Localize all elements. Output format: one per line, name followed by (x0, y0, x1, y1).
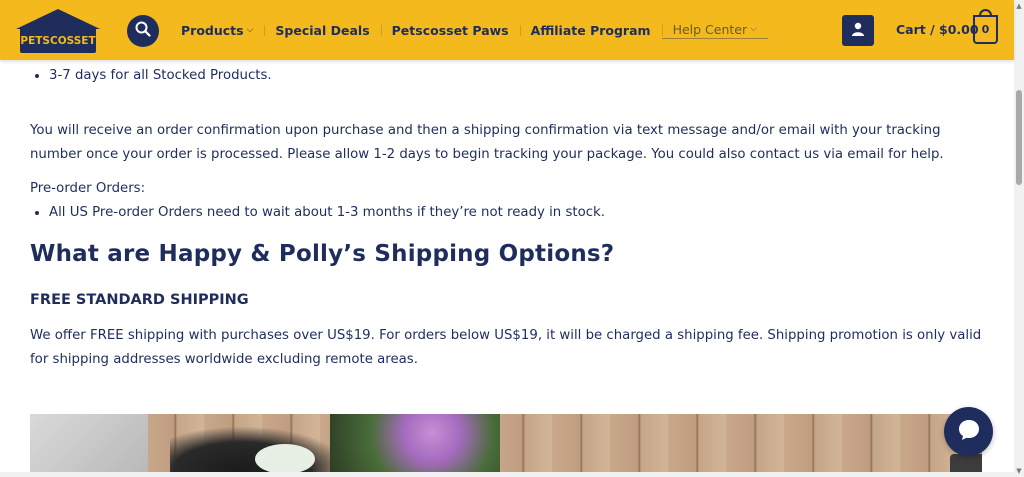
dog-photo (30, 414, 982, 477)
main-nav: Products ⌵ Special Deals Petscosset Paws … (170, 0, 768, 60)
free-shipping-paragraph: We offer FREE shipping with purchases ov… (30, 328, 982, 367)
shipping-options-title: What are Happy & Polly’s Shipping Option… (30, 241, 615, 267)
nav-products[interactable]: Products ⌵ (170, 23, 264, 38)
vertical-scrollbar[interactable]: ▲ ▼ (1014, 0, 1024, 477)
confirmation-paragraph: You will receive an order confirmation u… (30, 123, 944, 163)
stocked-list: 3-7 days for all Stocked Products. (30, 64, 990, 88)
petscosset-logo[interactable]: PETSCOSSET (12, 7, 104, 55)
site-header: PETSCOSSET Products ⌵ Special Deals Petsc… (0, 0, 1014, 60)
scroll-thumb[interactable] (1016, 90, 1022, 185)
scroll-up-arrow-icon[interactable]: ▲ (1015, 2, 1023, 10)
list-item: All US Pre-order Orders need to wait abo… (49, 201, 1009, 225)
nav-help-center[interactable]: Help Center ⌵ (661, 22, 768, 39)
main-content: 3-7 days for all Stocked Products. (30, 60, 990, 88)
chat-icon (957, 418, 981, 446)
chat-button[interactable] (944, 407, 993, 456)
cart-count-badge[interactable]: 0 (973, 9, 998, 44)
list-item: 3-7 days for all Stocked Products. (49, 64, 990, 88)
preorder-list: All US Pre-order Orders need to wait abo… (0, 201, 1009, 225)
chevron-down-icon: ⌵ (750, 24, 757, 34)
scroll-down-arrow-icon[interactable]: ▼ (1015, 467, 1023, 475)
nav-affiliate-program[interactable]: Affiliate Program (519, 23, 662, 38)
free-shipping-heading: FREE STANDARD SHIPPING (30, 292, 249, 308)
svg-text:PETSCOSSET: PETSCOSSET (20, 35, 96, 47)
preorder-heading: Pre-order Orders: (30, 181, 146, 196)
chevron-down-icon: ⌵ (246, 25, 254, 35)
nav-petscosset-paws[interactable]: Petscosset Paws (380, 23, 520, 38)
account-button[interactable] (842, 15, 874, 46)
search-button[interactable] (127, 15, 159, 47)
cart-link[interactable]: Cart / $0.00 (896, 22, 979, 37)
flower-pot (330, 414, 500, 477)
user-icon (851, 21, 865, 40)
search-icon (135, 21, 151, 41)
nav-special-deals[interactable]: Special Deals (264, 23, 380, 38)
